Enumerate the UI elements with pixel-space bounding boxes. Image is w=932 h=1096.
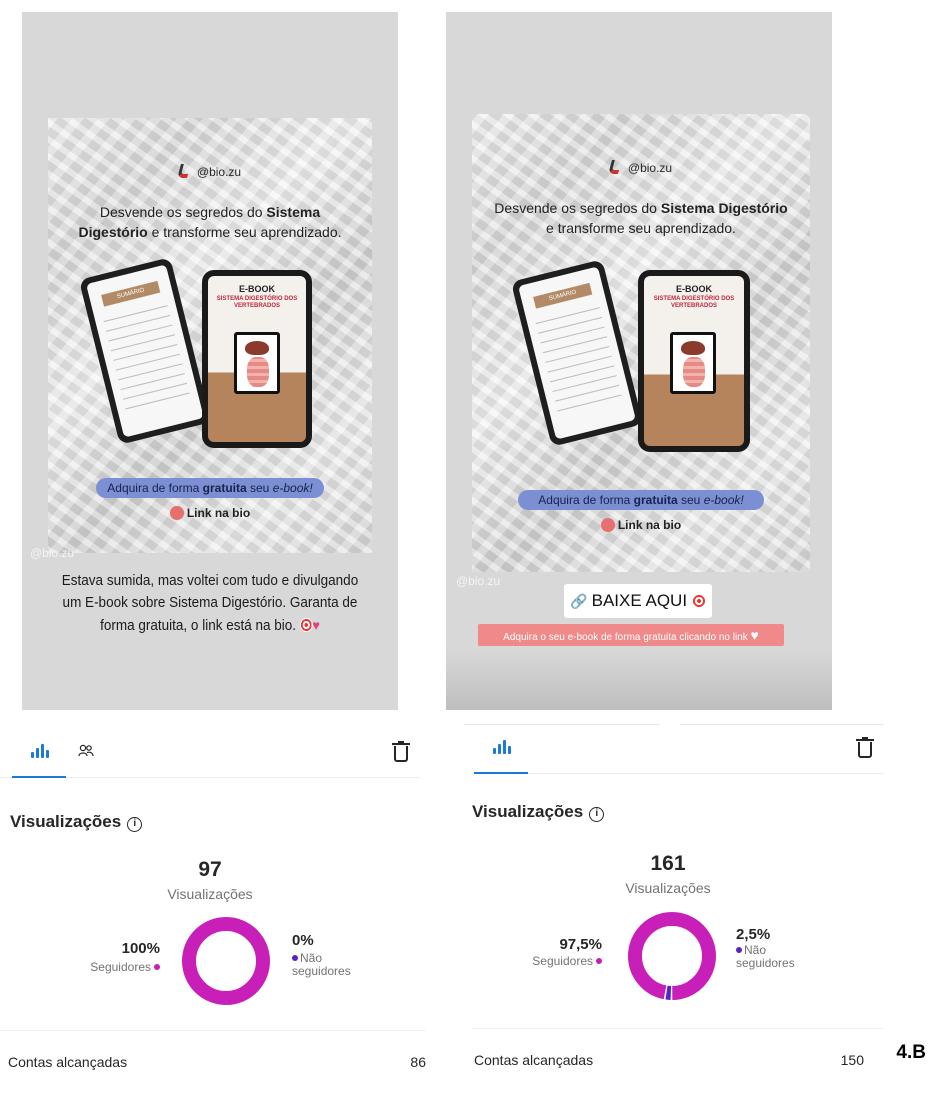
cta-pill: Adquira de forma gratuita seu e-book!: [518, 490, 764, 510]
delete-button[interactable]: [392, 741, 410, 763]
ebook-cover-tablet: E-BOOK SISTEMA DIGESTÓRIO DOS VERTEBRADO…: [638, 270, 750, 452]
ebook-poster: @bio.zu Desvende os segredos do Sistema …: [472, 114, 810, 572]
followers-legend: Seguidores: [444, 954, 602, 968]
story-insights-right: @bio.zu Desvende os segredos do Sistema …: [444, 0, 884, 1096]
bio-logo-icon: [608, 160, 622, 174]
tab-insights[interactable]: [474, 724, 528, 774]
people-icon: [78, 744, 94, 757]
ebook-title: E-BOOK: [239, 284, 275, 294]
followers-legend: Seguidores: [0, 960, 160, 974]
trash-icon: [394, 746, 408, 762]
views-section-title: Visualizações i: [472, 802, 605, 822]
figure-label: 4.B: [896, 1042, 926, 1063]
accounts-reached-label: Contas alcançadas: [474, 1052, 594, 1068]
non-followers-percent: 2,5%: [736, 926, 771, 943]
poster-handle: @bio.zu: [472, 160, 810, 175]
sticker-label: BAIXE AQUI: [591, 591, 688, 610]
summary-title: SUMÁRIO: [101, 280, 161, 307]
trash-icon: [858, 742, 872, 758]
tab-insights[interactable]: [12, 728, 66, 778]
digestive-system-illustration: [670, 332, 716, 394]
divider: [472, 1028, 884, 1029]
views-donut-chart: [182, 917, 270, 1005]
views-total: 161: [650, 852, 686, 875]
tab-viewers[interactable]: [78, 744, 94, 758]
info-icon[interactable]: i: [589, 807, 605, 822]
cta-pill: Adquira de forma gratuita seu e-book!: [96, 478, 324, 498]
poster-handle-text: @bio.zu: [627, 161, 673, 175]
non-followers-dot: [292, 955, 298, 961]
baixe-aqui-link-sticker[interactable]: 🔗 BAIXE AQUI: [564, 584, 712, 618]
poster-handle-text: @bio.zu: [196, 165, 242, 179]
heart-emoji-icon: ♥: [312, 617, 320, 633]
insights-tabbar: [472, 724, 884, 774]
views-total: 97: [198, 858, 222, 881]
followers-percent: 100%: [121, 940, 160, 957]
delete-button[interactable]: [856, 737, 874, 759]
bar-chart-icon: [31, 744, 49, 758]
non-followers-legend: Não seguidores: [292, 951, 351, 978]
non-followers-percent: 0%: [292, 932, 314, 949]
ebook-subtitle: SISTEMA DIGESTÓRIO DOS VERTEBRADOS: [653, 296, 735, 309]
story-watermark: @bio.zu: [30, 546, 75, 560]
link-icon: [169, 506, 184, 520]
link-chain-icon: 🔗: [570, 593, 588, 609]
link-in-bio-label: Link na bio: [617, 518, 682, 532]
link-icon: [600, 518, 615, 532]
bio-logo-icon: [177, 164, 191, 178]
heart-emoji-icon: ♥: [750, 627, 759, 643]
followers-percent: 97,5%: [559, 936, 602, 953]
headline-pre: Desvende os segredos do: [99, 204, 267, 220]
ebook-subtitle: SISTEMA DIGESTÓRIO DOS VERTEBRADOS: [216, 296, 298, 309]
accounts-reached-value: 150: [840, 1052, 864, 1068]
story-insights-left: @bio.zu Desvende os segredos do Sistema …: [0, 0, 426, 1096]
divider: [0, 1030, 426, 1031]
story-preview[interactable]: @bio.zu Desvende os segredos do Sistema …: [22, 12, 398, 710]
link-in-bio: Link na bio: [472, 518, 810, 532]
poster-headline: Desvende os segredos do Sistema Digestór…: [494, 200, 788, 236]
donut-slice-seguidores: [182, 917, 270, 1005]
target-emoji-icon: [299, 618, 313, 632]
views-donut-chart: [628, 912, 716, 1000]
story-caption: Estava sumida, mas voltei com tudo e div…: [57, 570, 363, 637]
non-followers-dot: [736, 947, 742, 953]
views-total-label: Visualizações: [625, 880, 711, 896]
story-bottom-fade: [446, 650, 832, 710]
pink-caption-bar: Adquira o seu e-book de forma gratuita c…: [478, 624, 784, 646]
digestive-system-illustration: [234, 332, 280, 394]
followers-dot: [154, 964, 160, 970]
bar-chart-icon: [493, 740, 511, 754]
link-in-bio-label: Link na bio: [186, 506, 251, 520]
accounts-reached-label: Contas alcançadas: [8, 1054, 128, 1070]
ebook-cover-tablet: E-BOOK SISTEMA DIGESTÓRIO DOS VERTEBRADO…: [202, 270, 312, 448]
target-emoji-icon: [691, 594, 706, 608]
summary-title: SUMÁRIO: [533, 282, 593, 309]
poster-handle: @bio.zu: [48, 164, 372, 179]
followers-dot: [596, 958, 602, 964]
link-in-bio: Link na bio: [48, 506, 372, 520]
ebook-title: E-BOOK: [676, 284, 712, 294]
ebook-poster: @bio.zu Desvende os segredos do Sistema …: [48, 118, 372, 553]
non-followers-legend: Não seguidores: [736, 943, 795, 970]
views-total-label: Visualizações: [167, 886, 253, 902]
donut-slice-seguidores: [628, 912, 716, 1000]
views-section-title: Visualizações i: [10, 812, 143, 832]
insights-tabbar: [0, 728, 420, 778]
info-icon[interactable]: i: [127, 817, 143, 832]
story-watermark: @bio.zu: [456, 574, 501, 588]
accounts-reached-value: 86: [410, 1054, 426, 1070]
headline-post: e transforme seu aprendizado.: [147, 224, 342, 240]
poster-headline: Desvende os segredos do Sistema Digestór…: [68, 202, 352, 242]
story-preview[interactable]: @bio.zu Desvende os segredos do Sistema …: [446, 12, 832, 710]
